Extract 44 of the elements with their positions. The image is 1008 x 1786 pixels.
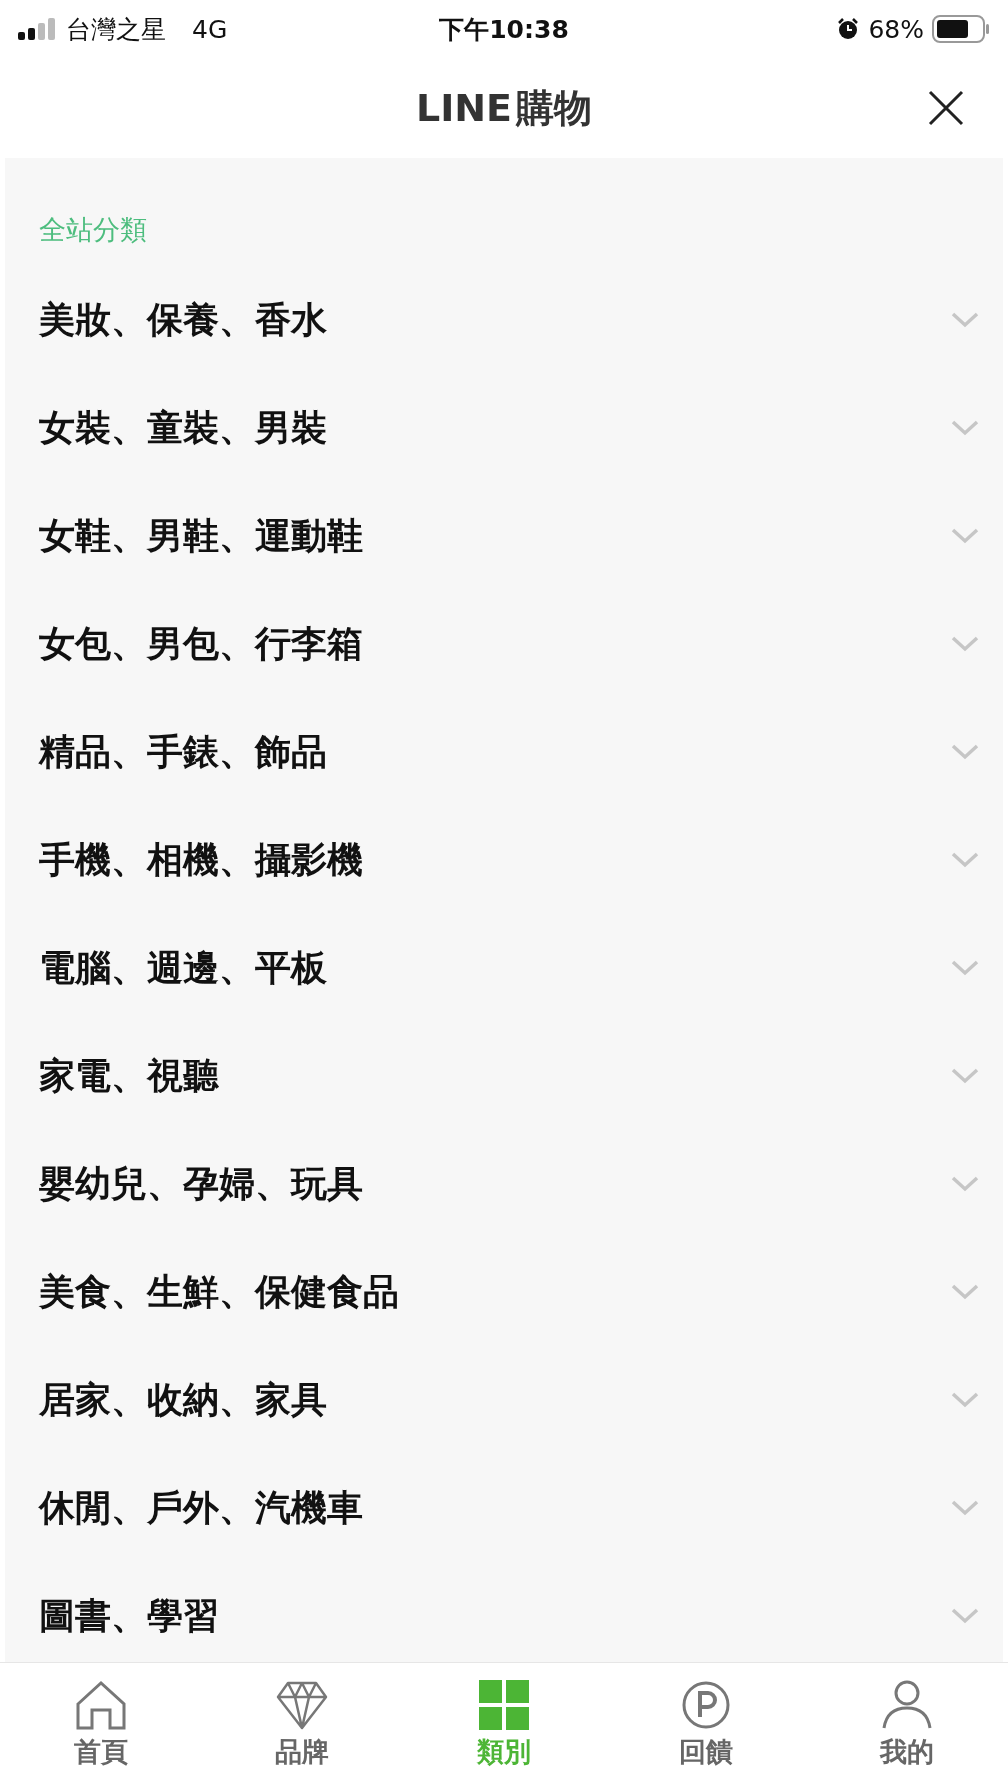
section-heading: 全站分類 bbox=[38, 213, 148, 247]
chevron-icon bbox=[951, 1284, 979, 1300]
chevron-icon bbox=[951, 1176, 979, 1192]
category-item[interactable]: 休閒、戶外、汽機車 bbox=[5, 1454, 1003, 1562]
points-icon bbox=[680, 1679, 731, 1730]
app-title: LINE購物 bbox=[415, 84, 593, 132]
chevron-icon bbox=[951, 420, 979, 436]
category-item[interactable]: 手機、相機、攝影機 bbox=[5, 806, 1003, 914]
chevron-icon bbox=[951, 1500, 979, 1516]
chevron-icon bbox=[951, 744, 979, 760]
close-icon bbox=[928, 90, 964, 126]
tab-item[interactable]: 我的 bbox=[806, 1663, 1008, 1786]
chevron-icon bbox=[951, 636, 979, 652]
tab-item[interactable]: 品牌 bbox=[201, 1663, 404, 1786]
category-item[interactable]: 家電、視聽 bbox=[5, 1022, 1003, 1130]
category-item[interactable]: 女鞋、男鞋、運動鞋 bbox=[5, 482, 1003, 590]
category-item[interactable]: 電腦、週邊、平板 bbox=[5, 914, 1003, 1022]
category-item[interactable]: 美食、生鮮、保健食品 bbox=[5, 1238, 1003, 1346]
battery-percent: 68% bbox=[868, 14, 924, 44]
chevron-icon bbox=[951, 1392, 979, 1408]
clock-time: 下午10:38 bbox=[439, 13, 569, 46]
category-item[interactable]: 居家、收納、家具 bbox=[5, 1346, 1003, 1454]
grid-icon bbox=[479, 1679, 529, 1730]
category-item[interactable]: 精品、手錶、飾品 bbox=[5, 698, 1003, 806]
carrier-name: 台灣之星 bbox=[66, 13, 166, 46]
chevron-icon bbox=[951, 852, 979, 868]
chevron-icon bbox=[951, 1068, 979, 1084]
home-icon bbox=[74, 1679, 127, 1730]
chevron-icon bbox=[951, 960, 979, 976]
category-item[interactable]: 嬰幼兒、孕婦、玩具 bbox=[5, 1130, 1003, 1238]
chevron-icon bbox=[951, 528, 979, 544]
category-item[interactable]: 女裝、童裝、男裝 bbox=[5, 374, 1003, 482]
category-item[interactable]: 圖書、學習 bbox=[5, 1562, 1003, 1662]
tab-item[interactable]: 回饋 bbox=[604, 1663, 807, 1786]
chevron-icon bbox=[951, 1608, 979, 1624]
diamond-icon bbox=[276, 1679, 329, 1730]
chevron-icon bbox=[951, 312, 979, 328]
category-item[interactable]: 美妝、保養、香水 bbox=[5, 266, 1003, 374]
category-item[interactable]: 女包、男包、行李箱 bbox=[5, 590, 1003, 698]
network-type: 4G bbox=[192, 14, 228, 44]
signal-icon bbox=[18, 18, 58, 40]
battery-icon bbox=[932, 15, 990, 43]
person-icon bbox=[881, 1679, 934, 1730]
tab-item[interactable]: 首頁 bbox=[0, 1663, 202, 1786]
